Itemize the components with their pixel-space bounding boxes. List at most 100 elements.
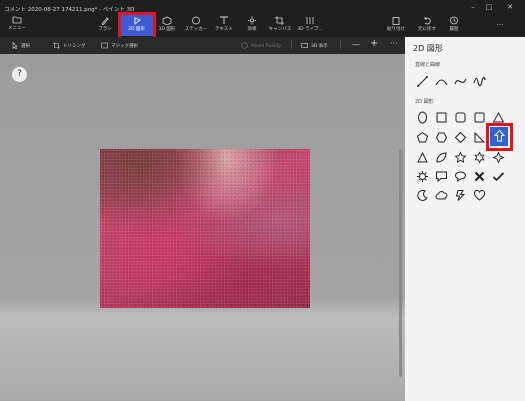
rounded-rectangle-shape-button[interactable] <box>452 109 469 126</box>
drawing-canvas[interactable]: ? <box>0 54 405 401</box>
right-triangle-shape-button[interactable] <box>471 129 488 146</box>
leaf-shape-button[interactable] <box>433 149 450 166</box>
mixed-reality-icon <box>241 42 248 49</box>
burst-shape-button[interactable] <box>414 168 431 185</box>
3d-shapes-tool-button[interactable]: 3D 図形 <box>153 14 181 36</box>
sticker-tool-button[interactable]: ステッカー <box>181 14 211 36</box>
star-5-icon <box>454 151 467 163</box>
speech-rect-shape-button[interactable] <box>433 168 450 185</box>
ribbon: メニュー ブラシ 2D 図形 3D 図形 ステッカー テキスト 効果 キャンバス… <box>0 14 525 36</box>
zoom-in-button[interactable]: + <box>370 38 378 49</box>
crescent-moon-icon <box>417 189 428 201</box>
rounded-square-shape-button[interactable] <box>471 109 488 126</box>
rectangle-shape-button[interactable] <box>433 109 450 126</box>
folder-icon <box>12 16 22 24</box>
triangle-icon <box>492 111 505 123</box>
cross-triangle-shape-button[interactable] <box>414 149 431 166</box>
wave-curve-icon <box>473 76 486 87</box>
vertical-scrollbar[interactable] <box>399 149 402 377</box>
arc-curve-icon <box>435 79 448 86</box>
brush-tool-button[interactable]: ブラシ <box>93 14 117 36</box>
maximize-icon[interactable]: □ <box>484 3 494 12</box>
crop-button[interactable]: トリミング <box>53 42 86 49</box>
check-shape-button[interactable] <box>490 168 507 185</box>
history-icon <box>450 16 458 25</box>
wave-curve-shape-button[interactable] <box>471 73 488 90</box>
right-triangle-icon <box>474 131 486 143</box>
select-button[interactable]: 選択 <box>12 41 30 50</box>
3d-library-tool-button[interactable]: 3D ライブ... <box>295 14 325 36</box>
lightning-shape-button[interactable] <box>452 187 469 204</box>
brush-icon <box>101 17 109 25</box>
star-4-icon <box>492 151 505 164</box>
2d-shapes-tool-button[interactable]: 2D 図形 <box>120 14 153 36</box>
lines-curves-heading: 直線と曲線 <box>415 62 441 68</box>
heart-shape-button[interactable] <box>471 187 488 204</box>
rounded-square-alt-icon <box>474 112 485 123</box>
curve-shape-button[interactable] <box>433 73 450 90</box>
triangle-alt-icon <box>417 151 428 163</box>
s-curve-shape-button[interactable] <box>452 73 469 90</box>
more-options-button[interactable]: ··· <box>488 14 512 36</box>
undo-button[interactable]: 元に戻す <box>412 14 442 36</box>
canvas-tool-button[interactable]: キャンバス <box>265 14 295 36</box>
text-icon <box>220 16 228 24</box>
effects-icon <box>248 16 256 25</box>
triangle-shape-button[interactable] <box>490 109 507 126</box>
3d-view-icon <box>301 43 308 48</box>
star6-shape-button[interactable] <box>471 149 488 166</box>
magic-select-button[interactable]: マジック選択 <box>101 42 138 49</box>
ellipse-icon <box>418 111 427 124</box>
lightning-bolt-icon <box>455 190 466 201</box>
cloud-shape-button[interactable] <box>433 187 450 204</box>
menu-button[interactable]: メニュー <box>4 14 30 36</box>
history-button[interactable]: 履歴 <box>442 14 466 36</box>
hexagon-icon <box>435 132 448 143</box>
line-shape-button[interactable] <box>414 73 431 90</box>
2d-shapes-icon <box>134 17 141 25</box>
undo-icon <box>424 17 431 25</box>
3d-view-button[interactable]: 3D 表示 <box>301 42 328 49</box>
crop-icon <box>53 42 60 49</box>
up-arrow-icon <box>493 129 505 142</box>
paste-button[interactable]: 貼り付け <box>382 14 410 36</box>
zoom-out-button[interactable]: — <box>352 40 360 49</box>
paint-3d-window: コメント 2020-08-27 174211.png* - ペイント 3D – … <box>0 0 525 401</box>
cross-shape-button[interactable] <box>471 168 488 185</box>
help-button[interactable]: ? <box>12 67 27 82</box>
speech-round-shape-button[interactable] <box>452 168 469 185</box>
effects-tool-button[interactable]: 効果 <box>239 14 265 36</box>
leaf-icon <box>436 152 447 163</box>
text-tool-button[interactable]: テキスト <box>211 14 237 36</box>
divider <box>291 40 292 50</box>
3d-library-icon <box>306 17 314 24</box>
pentagon-icon <box>416 131 429 143</box>
2d-shapes-heading: 2D 図形 <box>415 99 434 105</box>
s-curve-icon <box>454 78 467 85</box>
arrow-shape-button[interactable] <box>490 127 508 146</box>
more-view-options-button[interactable]: ··· <box>390 39 398 48</box>
canvas-image[interactable] <box>100 149 310 308</box>
canvas-icon <box>275 16 284 25</box>
minimize-icon[interactable]: – <box>468 3 478 12</box>
speech-bubble-rect-icon <box>436 171 447 183</box>
sub-toolbar: 選択 トリミング マジック選択 Mixed Reality 3D 表示 — + … <box>0 37 405 54</box>
paste-icon <box>392 17 400 25</box>
mixed-reality-button[interactable]: Mixed Reality <box>241 42 281 49</box>
ellipse-shape-button[interactable] <box>414 109 431 126</box>
speech-bubble-round-icon <box>454 171 467 183</box>
panel-title: 2D 図形 <box>413 44 443 53</box>
heart-icon <box>473 189 486 201</box>
burst-icon <box>417 171 428 182</box>
cloud-icon <box>435 191 448 200</box>
star5-shape-button[interactable] <box>452 149 469 166</box>
pentagon-shape-button[interactable] <box>414 129 431 146</box>
hexagon-shape-button[interactable] <box>433 129 450 146</box>
square-icon <box>436 112 447 123</box>
star-6-icon <box>474 151 485 164</box>
moon-shape-button[interactable] <box>414 187 431 204</box>
diamond-shape-button[interactable] <box>452 129 469 146</box>
divider <box>340 40 341 50</box>
close-icon[interactable]: ✕ <box>505 3 515 12</box>
star4-shape-button[interactable] <box>490 149 507 166</box>
